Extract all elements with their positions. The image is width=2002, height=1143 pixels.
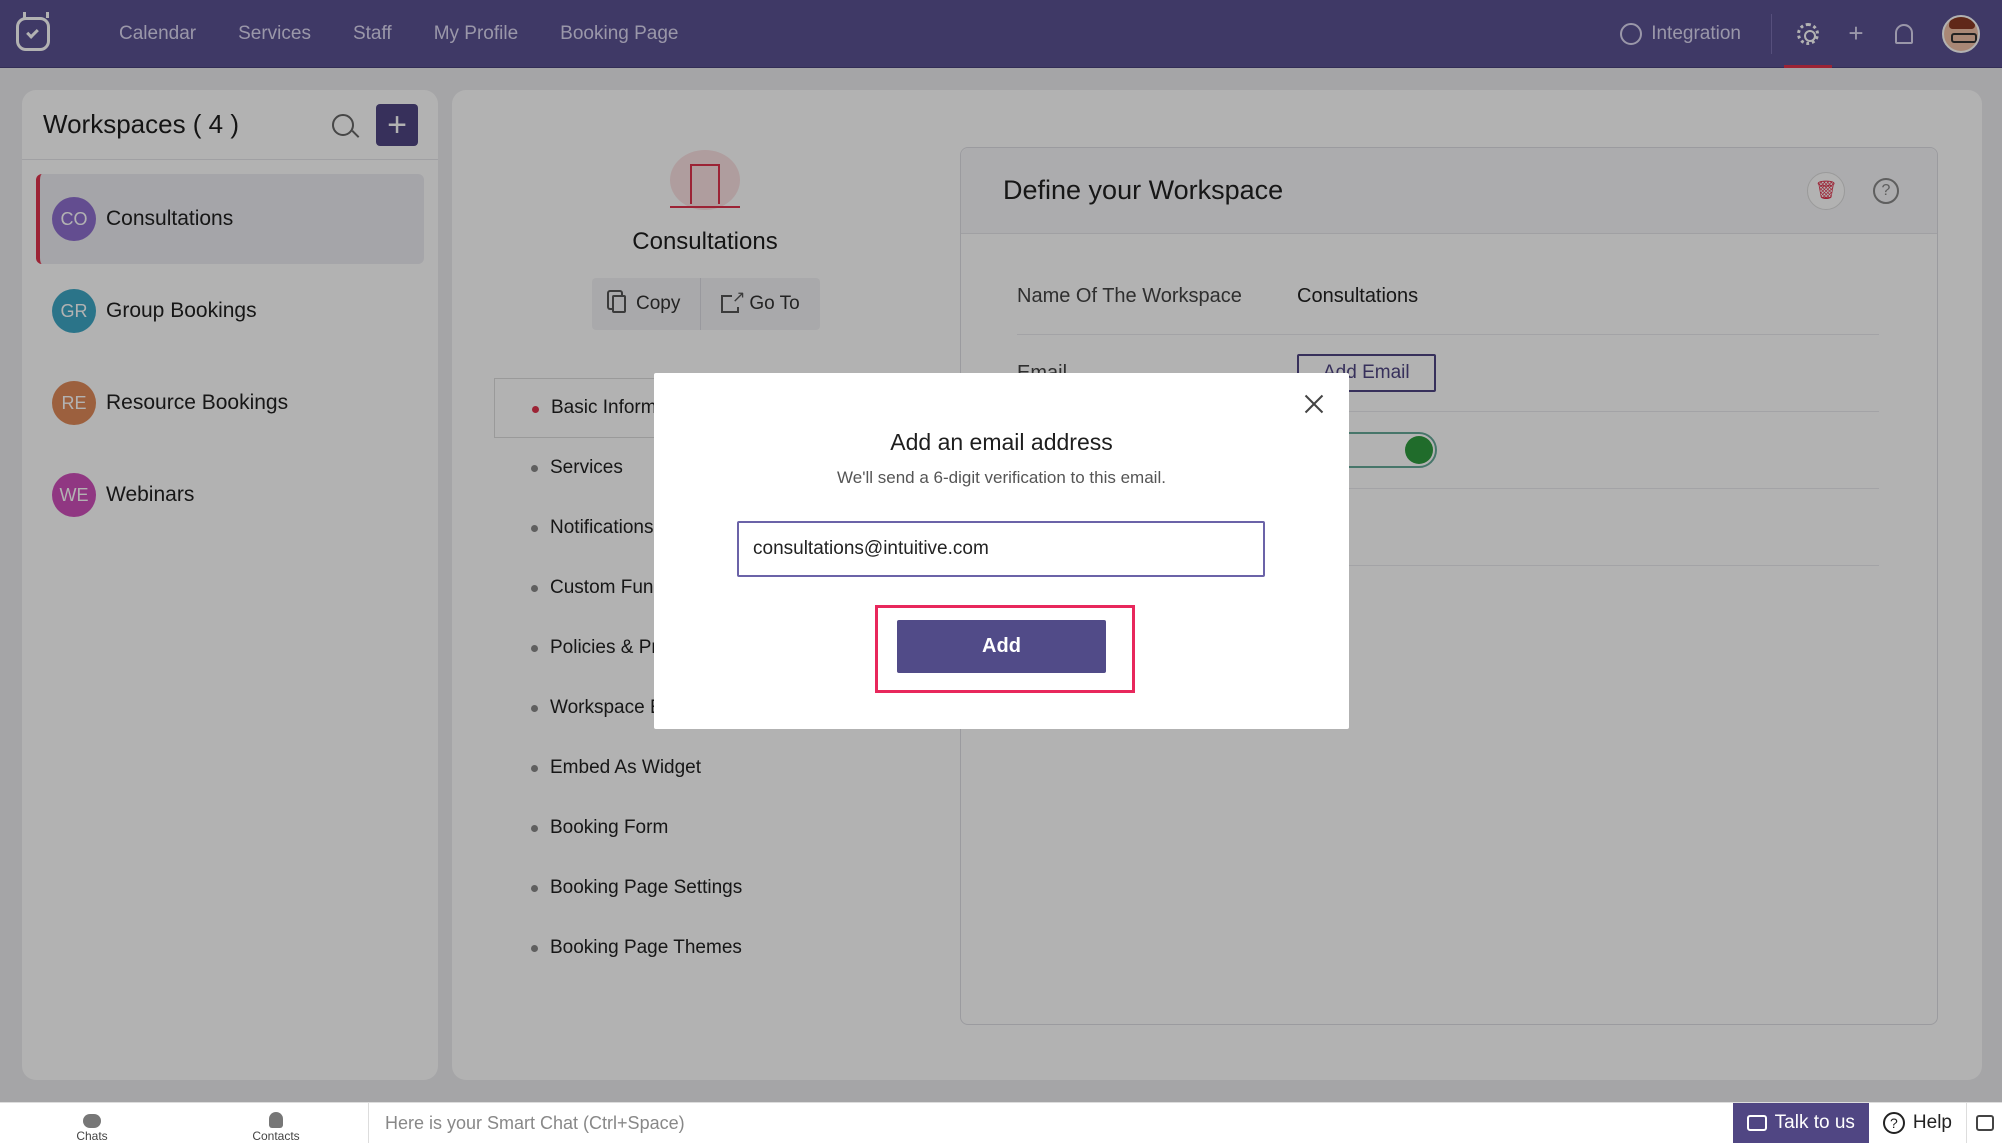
contacts-label: Contacts: [252, 1128, 300, 1143]
person-icon: [269, 1111, 283, 1128]
chat-icon: [83, 1113, 101, 1128]
feedback-icon: [1975, 1115, 1994, 1131]
question-icon: ?: [1882, 1112, 1905, 1134]
dialog-subtitle: We'll send a 6-digit verification to thi…: [837, 468, 1166, 487]
help-label: Help: [1912, 1112, 1952, 1133]
add-button[interactable]: Add: [897, 620, 1106, 673]
help-button[interactable]: ? Help: [1869, 1103, 1966, 1143]
close-icon[interactable]: [1299, 389, 1329, 419]
email-input[interactable]: [737, 521, 1265, 577]
add-email-dialog: Add an email address We'll send a 6-digi…: [654, 373, 1349, 729]
smart-chat-input[interactable]: Here is your Smart Chat (Ctrl+Space): [368, 1102, 1733, 1143]
chats-tab[interactable]: Chats: [0, 1103, 184, 1143]
chat-bubble-icon: [1746, 1115, 1767, 1131]
talk-label: Talk to us: [1774, 1112, 1855, 1133]
contacts-tab[interactable]: Contacts: [184, 1103, 368, 1143]
feedback-button[interactable]: [1966, 1102, 2002, 1143]
talk-to-us-button[interactable]: Talk to us: [1732, 1102, 1869, 1143]
bottom-bar: Chats Contacts Here is your Smart Chat (…: [0, 1102, 2002, 1143]
chats-label: Chats: [76, 1128, 108, 1143]
dialog-title: Add an email address: [890, 429, 1113, 455]
